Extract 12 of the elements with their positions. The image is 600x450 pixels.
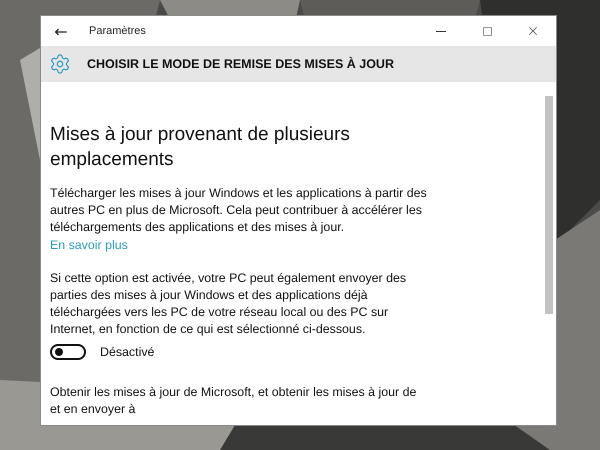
section-heading: Mises à jour provenant de plusieurs emplacements <box>50 123 351 172</box>
settings-icon <box>49 53 71 75</box>
toggle-label: Désactivé <box>100 345 154 359</box>
maximize-icon <box>482 26 492 36</box>
description-paragraph: Si cette option est activée, votre PC peut également envoyer des parties des mises à jour Windows et des applications déjà téléchargées vers les PC de votre réseau local ou des PC sur Internet, en fonction de ce qui est sélectionné ci-dessous. <box>50 270 408 338</box>
toggle-switch[interactable] <box>50 344 86 360</box>
page-title: CHOISIR LE MODE DE REMISE DES MISES À JOUR <box>87 57 394 71</box>
back-button[interactable]: ← <box>41 22 81 40</box>
description-paragraph: Télécharger les mises à jour Windows et les applications à partir des autres PC en plus de Microsoft. Cela peut contribuer à accélérer les téléchargements des applications et des mises à jour. <box>50 185 428 236</box>
minimize-icon <box>436 30 446 32</box>
window-title: Paramètres <box>89 25 147 37</box>
description-paragraph: Obtenir les mises à jour de Microsoft, et obtenir les mises à jour de et en envoyer à <box>50 384 418 418</box>
